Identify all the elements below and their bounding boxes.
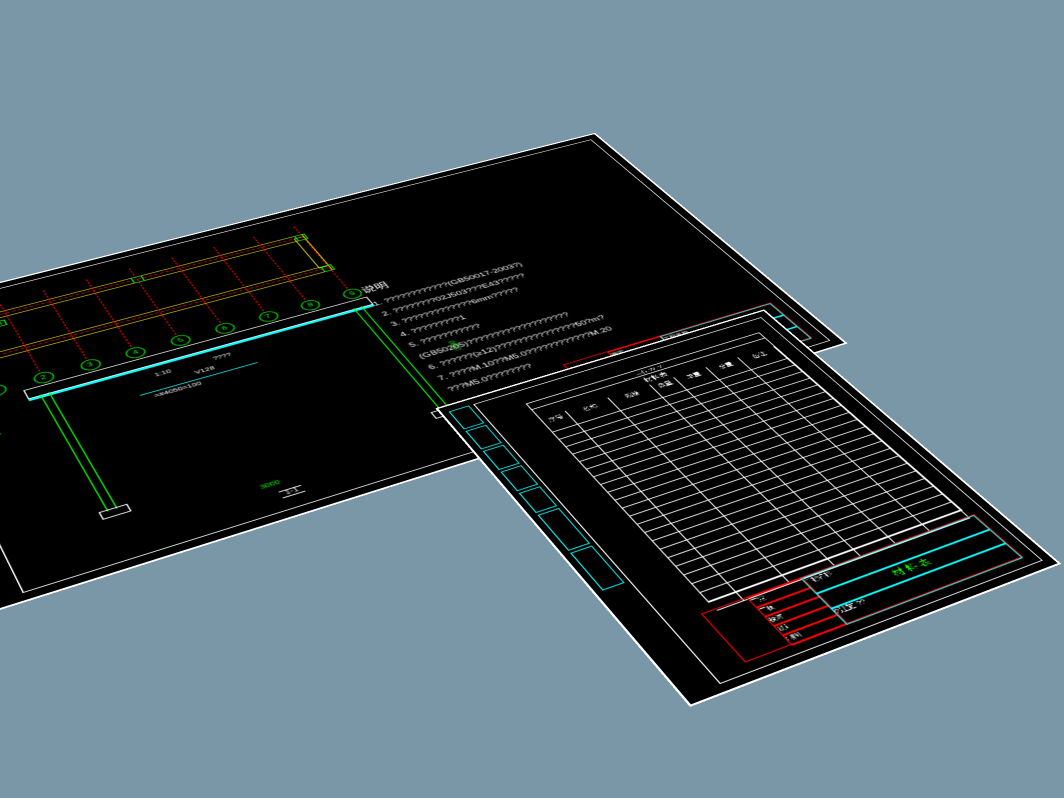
ml-row — [669, 471, 926, 566]
title-block: 审定 审核 校对 设计 制图 工程名称 材 料 表 ?建施-?? — [701, 514, 1023, 663]
company-logo — [703, 598, 792, 662]
tb-project: 工程名称 — [800, 515, 991, 595]
tb-name: 材 料 表 — [815, 529, 1007, 610]
callout: ???? — [212, 352, 233, 361]
beam-bottom — [0, 265, 333, 364]
column — [130, 275, 145, 283]
ml-row — [709, 510, 970, 611]
detail-leader — [140, 362, 258, 396]
dim: 3000 — [259, 480, 282, 491]
scale-callout: 1:10 — [154, 369, 173, 378]
tb-cell: 制图 — [781, 613, 848, 645]
grid-bubble: 5 — [168, 333, 193, 347]
ml-row — [684, 486, 943, 583]
tb-cell: 审定 — [747, 578, 813, 609]
pile-left — [40, 392, 118, 512]
ml-row — [693, 494, 953, 592]
grid-bubble: 6 — [212, 321, 237, 335]
dim: 1470 — [0, 424, 3, 437]
tb-num: ?建施-?? — [830, 542, 1023, 625]
tb-cell: 校对 — [764, 595, 831, 627]
ml-row — [701, 502, 961, 602]
plan-view: A B 1 2 3 4 5 6 7 8 9 — [0, 227, 347, 385]
grid-bubble: 3 — [78, 358, 103, 373]
tb-cell: 设计 — [773, 604, 840, 636]
grid-bubble: 1 — [0, 383, 9, 398]
callout: V128 — [194, 366, 216, 376]
tb-cell: 审核 — [755, 586, 821, 617]
cut-label: 1-1 — [278, 485, 305, 499]
dim: 2300 — [448, 339, 464, 350]
drawing-frame: 单位:???? 材料表 序号 名称 规格 数量 单重 总重 备注 审定 审核 校… — [473, 317, 1043, 684]
pile-tip — [98, 504, 131, 520]
grid-bubble: 2 — [31, 370, 56, 385]
detail-label: =#4050=100 — [153, 381, 203, 399]
section-tag: 1-1 — [0, 319, 8, 329]
grid-bubble: 4 — [123, 345, 148, 360]
ml-row — [677, 479, 935, 575]
